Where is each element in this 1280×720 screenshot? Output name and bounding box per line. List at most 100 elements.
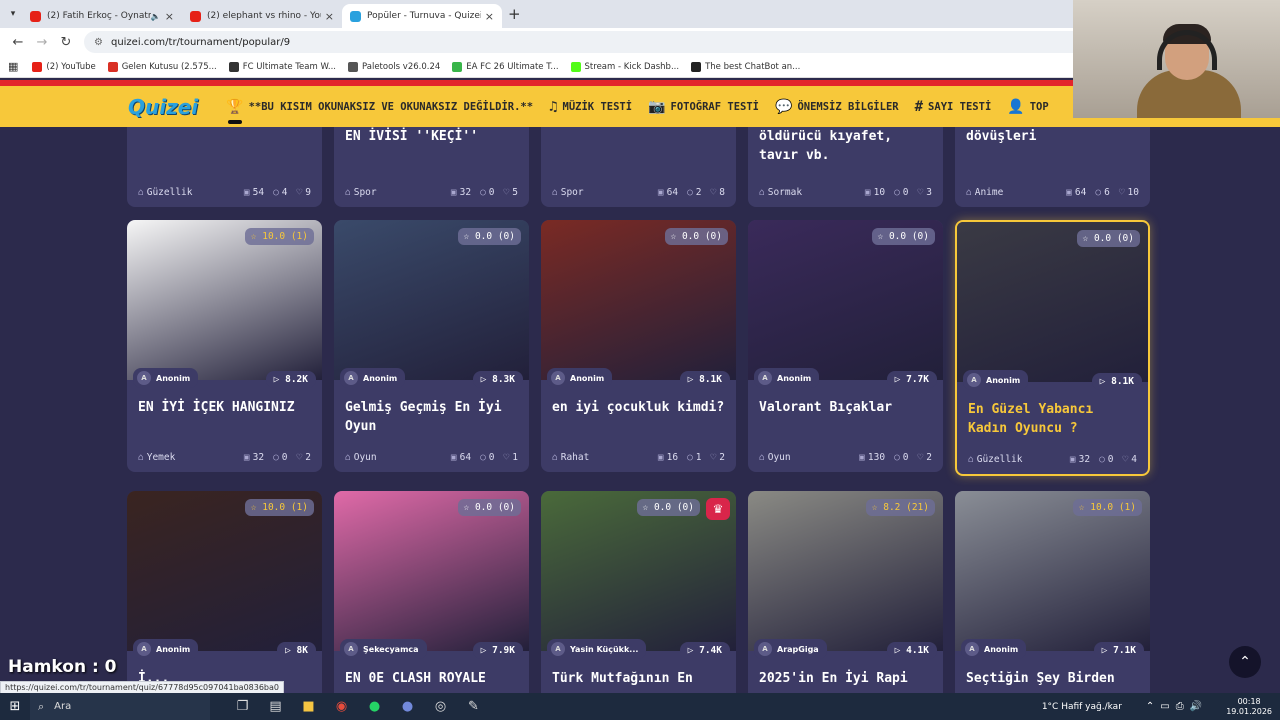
quiz-card[interactable]: ☆ 0.0 (0) A Anonim ▷ 7.7K Valorant Bıçaklar ⌂…	[748, 220, 943, 472]
close-tab-icon[interactable]: ×	[485, 10, 494, 23]
author-badge[interactable]: A Anonim	[547, 368, 613, 388]
category-label[interactable]: ⌂ Güzellik	[968, 454, 1061, 465]
site-info-icon[interactable]: ⚙	[94, 37, 103, 48]
like-count[interactable]: ♡ 9	[297, 187, 311, 198]
quiz-title[interactable]: dövüşleri	[955, 127, 1150, 177]
whatsapp-icon[interactable]: ●	[358, 699, 391, 714]
quiz-title[interactable]: Gelmiş Geçmiş En İyi Oyun	[334, 380, 529, 442]
category-label[interactable]: ⌂ Oyun	[759, 452, 850, 463]
author-badge[interactable]: A Anonim	[133, 368, 199, 388]
quizei-logo[interactable]: Quizei	[128, 95, 198, 119]
weather-widget[interactable]: 1°C Hafif yağ./kar	[1042, 702, 1122, 712]
author-badge[interactable]: A Anonim	[754, 368, 820, 388]
comment-count[interactable]: ○ 0	[894, 452, 908, 463]
calculator-icon[interactable]: ▤	[259, 699, 292, 714]
reload-icon[interactable]: ↻	[54, 35, 78, 50]
quiz-title[interactable]: EN İYİ İÇEK HANGINIZ	[127, 380, 322, 442]
author-badge[interactable]: A Anonim	[963, 370, 1029, 390]
like-count[interactable]: ♡ 3	[918, 187, 932, 198]
quiz-title[interactable]: Valorant Bıçaklar	[748, 380, 943, 442]
obs-icon[interactable]: ◎	[424, 699, 457, 714]
quiz-thumbnail[interactable]: ☆ 8.2 (21) A ArapGiga ▷ 4.1K	[748, 491, 943, 659]
bookmark-item[interactable]: EA FC 26 Ultimate T...	[452, 61, 559, 72]
nav-item[interactable]: 👤 TOP	[1007, 99, 1048, 115]
comment-count[interactable]: ○ 0	[480, 452, 494, 463]
quiz-thumbnail[interactable]: ☆ 10.0 (1) A Anonim ▷ 7.1K	[955, 491, 1150, 659]
tab-search-icon[interactable]: ▾	[4, 9, 22, 19]
close-tab-icon[interactable]: ×	[165, 10, 174, 23]
bookmark-item[interactable]: Gelen Kutusu (2.575...	[107, 61, 217, 72]
tray-icons[interactable]: ⌃▭⎙🔊	[1146, 701, 1208, 712]
taskbar-search[interactable]: ⌕ Ara	[30, 693, 210, 720]
quiz-thumbnail[interactable]: ☆ 10.0 (1) A Anonim ▷ 8.2K	[127, 220, 322, 388]
comment-count[interactable]: ○ 0	[273, 452, 287, 463]
like-count[interactable]: ♡ 8	[711, 187, 725, 198]
bookmark-item[interactable]: The best ChatBot an...	[691, 61, 800, 72]
category-label[interactable]: ⌂ Güzellik	[138, 187, 235, 198]
quiz-card[interactable]: dövüşleri ⌂ Anime ▣ 64 ○ 6 ♡ 10	[955, 127, 1150, 207]
new-tab-button[interactable]: +	[508, 5, 521, 23]
browser-tab[interactable]: Popüler - Turnuva - Quizei ×	[342, 4, 502, 28]
quiz-title[interactable]: en iyi çocukluk kimdi?	[541, 380, 736, 442]
author-badge[interactable]: A ArapGiga	[754, 639, 827, 659]
browser-tab[interactable]: (2) elephant vs rhino - YouTube ×	[182, 4, 342, 28]
browser-tab[interactable]: (2) Fatih Erkoç - Oynatmay🔈 ×	[22, 4, 182, 28]
quiz-thumbnail[interactable]: ☆ 0.0 (0) A Anonim ▷ 8.3K	[334, 220, 529, 388]
like-count[interactable]: ♡ 2	[297, 452, 311, 463]
quiz-title[interactable]	[127, 127, 322, 177]
back-icon[interactable]: ←	[6, 35, 30, 50]
nav-item[interactable]: 📷 FOTOĞRAF TESTİ	[648, 99, 759, 115]
category-label[interactable]: ⌂ Anime	[966, 187, 1057, 198]
chrome-icon[interactable]: ◉	[325, 699, 358, 714]
quiz-card[interactable]: ☆ 10.0 (1) A Anonim ▷ 8.2K EN İYİ İÇEK HANGI…	[127, 220, 322, 472]
quiz-title[interactable]: EN İVİSİ ''KEÇİ''	[334, 127, 529, 177]
clock[interactable]: 00:18 19.01.2026	[1226, 697, 1272, 717]
app-icon[interactable]: ✎	[457, 699, 490, 714]
like-count[interactable]: ♡ 5	[504, 187, 518, 198]
quiz-thumbnail[interactable]: ☆ 0.0 (0) A Şekecyamca ▷ 7.9K	[334, 491, 529, 659]
like-count[interactable]: ♡ 4	[1123, 454, 1137, 465]
category-label[interactable]: ⌂ Sormak	[759, 187, 856, 198]
bookmark-item[interactable]: (2) YouTube	[32, 61, 96, 72]
quiz-card[interactable]: ☆ 0.0 (0) ♛ A Yasin Küçükk... ▷ 7.4K Türk Mut…	[541, 491, 736, 693]
quiz-thumbnail[interactable]: ☆ 0.0 (0) ♛ A Yasin Küçükk... ▷ 7.4K	[541, 491, 736, 659]
comment-count[interactable]: ○ 4	[273, 187, 287, 198]
quiz-card[interactable]: ⌂ Spor ▣ 64 ○ 2 ♡ 8	[541, 127, 736, 207]
category-label[interactable]: ⌂ Yemek	[138, 452, 235, 463]
nav-item[interactable]: 💬 ÖNEMSİZ BİLGİLER	[775, 99, 899, 115]
forward-icon[interactable]: →	[30, 35, 54, 50]
category-label[interactable]: ⌂ Oyun	[345, 452, 442, 463]
speaker-icon[interactable]: 🔈	[151, 12, 161, 21]
quiz-card[interactable]: ☆ 0.0 (0) A Anonim ▷ 8.1K En Güzel Yabancı K…	[955, 220, 1150, 476]
quiz-card[interactable]: ☆ 10.0 (1) A Anonim ▷ 7.1K Seçtiğin Şey Bird…	[955, 491, 1150, 693]
category-label[interactable]: ⌂ Spor	[345, 187, 442, 198]
comment-count[interactable]: ○ 1	[687, 452, 701, 463]
quiz-card[interactable]: EN İVİSİ ''KEÇİ'' ⌂ Spor ▣ 32 ○ 0 ♡ 5	[334, 127, 529, 207]
nav-item[interactable]: 🏆 **BU KISIM OKUNAKSIZ VE OKUNAKSIZ DEĞİL…	[226, 99, 533, 124]
comment-count[interactable]: ○ 0	[894, 187, 908, 198]
comment-count[interactable]: ○ 2	[687, 187, 701, 198]
quiz-card[interactable]: ☆ 0.0 (0) A Anonim ▷ 8.3K Gelmiş Geçmiş En İ…	[334, 220, 529, 472]
author-badge[interactable]: A Yasin Küçükk...	[547, 639, 647, 659]
quiz-card[interactable]: ☆ 0.0 (0) A Şekecyamca ▷ 7.9K EN 0E CLASH RO…	[334, 491, 529, 693]
nav-item[interactable]: ♫ MÜZİK TESTİ	[549, 99, 632, 115]
like-count[interactable]: ♡ 2	[918, 452, 932, 463]
quiz-thumbnail[interactable]: ☆ 0.0 (0) A Anonim ▷ 7.7K	[748, 220, 943, 388]
quiz-thumbnail[interactable]: ☆ 0.0 (0) A Anonim ▷ 8.1K	[957, 222, 1148, 390]
quiz-card[interactable]: ☆ 0.0 (0) A Anonim ▷ 8.1K en iyi çocukluk ki…	[541, 220, 736, 472]
quiz-card[interactable]: ☆ 8.2 (21) A ArapGiga ▷ 4.1K 2025'in En İyi …	[748, 491, 943, 693]
discord-icon[interactable]: ●	[391, 699, 424, 714]
quiz-title[interactable]: En Güzel Yabancı Kadın Oyuncu ?	[957, 382, 1148, 444]
comment-count[interactable]: ○ 6	[1095, 187, 1109, 198]
quiz-title[interactable]	[541, 127, 736, 177]
windows-start-icon[interactable]: ⊞	[0, 699, 30, 714]
comment-count[interactable]: ○ 0	[1099, 454, 1113, 465]
category-label[interactable]: ⌂ Rahat	[552, 452, 649, 463]
scroll-to-top-button[interactable]: ⌃	[1229, 646, 1261, 678]
author-badge[interactable]: A Anonim	[133, 639, 199, 659]
close-tab-icon[interactable]: ×	[325, 10, 334, 23]
like-count[interactable]: ♡ 10	[1119, 187, 1139, 198]
nav-item[interactable]: # SAYI TESTİ	[915, 99, 992, 115]
author-badge[interactable]: A Şekecyamca	[340, 639, 427, 659]
quiz-card[interactable]: ☆ 10.0 (1) A Anonim ▷ 8K İ...	[127, 491, 322, 693]
